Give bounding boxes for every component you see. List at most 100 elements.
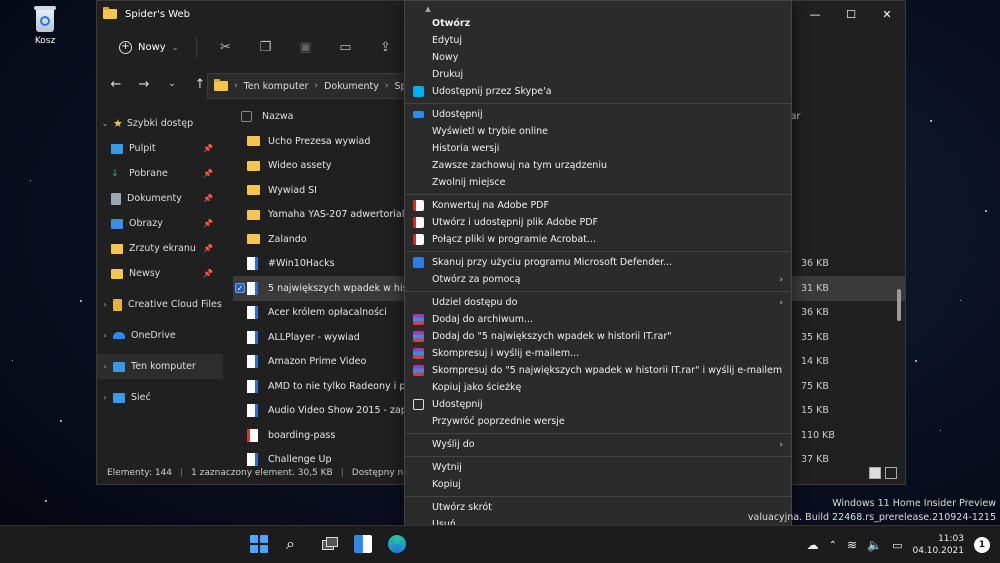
sidebar-item-desktop[interactable]: Pulpit 📌 <box>97 136 223 161</box>
menu-item-label: Skompresuj i wyślij e-mailem... <box>432 348 580 359</box>
task-view-button[interactable] <box>320 535 338 553</box>
folder-icon <box>103 7 117 19</box>
share-button[interactable]: ⇪ <box>367 33 403 61</box>
column-header-name[interactable]: Nazwa <box>262 111 294 122</box>
menu-item[interactable]: Kopiuj jako ścieżkę <box>405 379 791 396</box>
details-view-icon[interactable] <box>869 467 881 479</box>
menu-item[interactable]: Udziel dostępu do › <box>405 294 791 311</box>
minimize-button[interactable]: — <box>797 1 833 27</box>
menu-item-label: Historia wersji <box>432 143 500 154</box>
plus-icon: + <box>119 40 132 54</box>
menu-item-label: Utwórz i udostępnij plik Adobe PDF <box>432 217 598 228</box>
recycle-bin[interactable]: Kosz <box>22 4 68 46</box>
breadcrumb-this-pc[interactable]: Ten komputer <box>244 81 309 92</box>
menu-item[interactable]: Nowy <box>405 49 791 66</box>
menu-item-label: Przywróć poprzednie wersje <box>432 416 565 427</box>
onedrive-tray-icon[interactable]: ☁ <box>807 538 819 552</box>
edge-button[interactable] <box>388 535 406 553</box>
menu-item-label: Wyślij do <box>432 439 475 450</box>
download-icon: ↓ <box>111 168 119 179</box>
menu-item[interactable]: Edytuj <box>405 32 791 49</box>
sidebar-item-pictures[interactable]: Obrazy 📌 <box>97 211 223 236</box>
word-document-icon <box>247 281 258 295</box>
menu-item[interactable]: Skompresuj do "5 największych wpadek w h… <box>405 362 791 379</box>
copy-button[interactable]: ❐ <box>247 33 283 61</box>
sidebar-item-creative-cloud[interactable]: › Creative Cloud Files <box>97 292 223 317</box>
menu-item[interactable]: Otwórz <box>405 15 791 32</box>
sidebar-item-screenshots[interactable]: Zrzuty ekranu 📌 <box>97 236 223 261</box>
recent-locations-button[interactable]: ⌄ <box>163 79 181 89</box>
expand-icon[interactable]: › <box>97 393 113 402</box>
menu-item[interactable]: Udostępnij przez Skype'a <box>405 83 791 100</box>
file-size: 31 KB <box>801 282 829 294</box>
pin-icon: 📌 <box>203 194 213 203</box>
menu-item[interactable]: Zwolnij miejsce <box>405 174 791 191</box>
menu-item[interactable]: Drukuj <box>405 66 791 83</box>
sidebar-item-newsy[interactable]: Newsy 📌 <box>97 261 223 286</box>
menu-item[interactable]: Wyślij do › <box>405 436 791 453</box>
notification-badge[interactable]: 1 <box>974 537 990 553</box>
pdf-file-icon <box>247 428 258 442</box>
row-checkbox[interactable]: ✓ <box>235 283 245 294</box>
close-button[interactable]: ✕ <box>869 1 905 27</box>
widgets-button[interactable] <box>354 535 372 553</box>
breadcrumb-documents[interactable]: Dokumenty <box>324 81 379 92</box>
expand-icon[interactable]: › <box>97 300 113 309</box>
folder-icon <box>214 79 228 91</box>
sidebar-item-downloads[interactable]: ↓ Pobrane 📌 <box>97 161 223 186</box>
search-button[interactable]: ⌕ <box>286 535 304 553</box>
menu-item-label: Zwolnij miejsce <box>432 177 506 188</box>
menu-item-label: Nowy <box>432 52 459 63</box>
sidebar-item-label: Dokumenty <box>127 193 182 204</box>
menu-item[interactable]: Kopiuj <box>405 476 791 493</box>
scrollbar-thumb[interactable] <box>897 289 901 321</box>
forward-button[interactable]: → <box>135 77 153 92</box>
sidebar-item-this-pc[interactable]: › Ten komputer <box>97 354 223 379</box>
scroll-up-icon[interactable]: ▲ <box>405 3 791 15</box>
back-button[interactable]: ← <box>107 77 125 92</box>
expand-icon[interactable]: › <box>97 362 113 371</box>
menu-item[interactable]: Dodaj do archiwum... <box>405 311 791 328</box>
menu-item[interactable]: Udostępnij <box>405 396 791 413</box>
select-all-checkbox[interactable] <box>241 110 252 122</box>
sidebar-item-quick-access[interactable]: ⌄ ★ Szybki dostęp <box>97 111 223 136</box>
menu-item[interactable]: Skompresuj i wyślij e-mailem... <box>405 345 791 362</box>
rar-icon <box>413 365 424 376</box>
file-name: AMD to nie tylko Radeony i proce <box>268 380 426 392</box>
start-button[interactable] <box>250 535 268 553</box>
rar-icon <box>413 314 424 325</box>
expand-icon[interactable]: ⌄ <box>97 119 113 128</box>
menu-item[interactable]: Dodaj do "5 największych wpadek w histor… <box>405 328 791 345</box>
menu-item[interactable]: Wytnij <box>405 459 791 476</box>
maximize-button[interactable]: ☐ <box>833 1 869 27</box>
menu-item[interactable]: Utwórz i udostępnij plik Adobe PDF <box>405 214 791 231</box>
volume-icon[interactable]: 🔈 <box>867 538 882 552</box>
menu-item[interactable]: Zawsze zachowuj na tym urządzeniu <box>405 157 791 174</box>
sidebar-item-onedrive[interactable]: › OneDrive <box>97 323 223 348</box>
menu-item[interactable]: Otwórz za pomocą › <box>405 271 791 288</box>
search-icon: ⌕ <box>286 534 295 553</box>
rename-button[interactable]: ▭ <box>327 33 363 61</box>
menu-item-label: Kopiuj jako ścieżkę <box>432 382 522 393</box>
sidebar-item-network[interactable]: › Sieć <box>97 385 223 410</box>
cut-button[interactable]: ✂ <box>207 33 243 61</box>
tiles-view-icon[interactable] <box>885 467 897 479</box>
menu-item[interactable]: Udostępnij <box>405 106 791 123</box>
menu-item[interactable]: Przywróć poprzednie wersje <box>405 413 791 430</box>
chevron-up-icon[interactable]: ⌃ <box>829 540 837 551</box>
menu-item[interactable]: Wyświetl w trybie online <box>405 123 791 140</box>
menu-item[interactable]: Historia wersji <box>405 140 791 157</box>
battery-icon[interactable]: ▭ <box>892 539 902 552</box>
menu-item[interactable]: Skanuj przy użyciu programu Microsoft De… <box>405 254 791 271</box>
sidebar-item-label: Pulpit <box>129 143 156 154</box>
recycle-bin-icon <box>32 4 58 34</box>
expand-icon[interactable]: › <box>97 331 113 340</box>
wifi-icon[interactable]: ≋ <box>847 538 857 552</box>
menu-item[interactable]: Połącz pliki w programie Acrobat... <box>405 231 791 248</box>
menu-item[interactable]: Konwertuj na Adobe PDF <box>405 197 791 214</box>
paste-button[interactable]: ▣ <box>287 33 323 61</box>
sidebar-item-documents[interactable]: Dokumenty 📌 <box>97 186 223 211</box>
menu-item[interactable]: Utwórz skrót <box>405 499 791 516</box>
new-button[interactable]: + Nowy ⌄ <box>111 37 186 58</box>
clock[interactable]: 11:03 04.10.2021 <box>912 533 964 557</box>
